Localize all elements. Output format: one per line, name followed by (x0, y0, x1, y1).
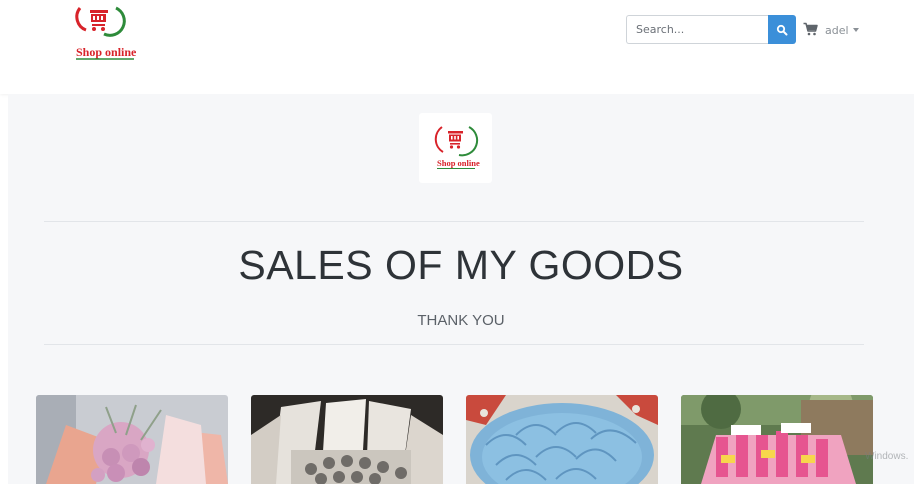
hero-logo-image: Shop online (434, 126, 480, 169)
product-card[interactable] (36, 395, 228, 484)
divider-top (44, 221, 864, 222)
chevron-down-icon (852, 28, 859, 32)
brand-logo[interactable]: Shop online (66, 4, 142, 62)
user-name: adel (825, 23, 849, 37)
divider-bottom (44, 344, 864, 345)
product-image-pink-banknote-bouquet (681, 395, 873, 484)
product-card[interactable] (681, 395, 873, 484)
navbar: Shop online adel (0, 0, 914, 94)
os-watermark: Windows. (865, 451, 909, 462)
user-menu[interactable]: adel (825, 23, 859, 37)
hero-logo: Shop online (419, 113, 492, 183)
product-card[interactable] (466, 395, 658, 484)
product-image-coin-arrangement-bouquet (251, 395, 443, 484)
hero-section: Shop online SALES OF MY GOODS THANK YOU (8, 94, 914, 484)
product-image-blue-banknote-bouquet (466, 395, 658, 484)
cart-icon[interactable] (803, 22, 818, 36)
search-input[interactable] (626, 15, 768, 44)
brand-logo-text: Shop online (76, 45, 137, 59)
page-title: SALES OF MY GOODS (238, 242, 684, 288)
search-icon (776, 24, 788, 35)
product-card[interactable] (251, 395, 443, 484)
hero-logo-text: Shop online (437, 158, 480, 168)
product-image-pink-rose-bouquet (36, 395, 228, 484)
search-button[interactable] (768, 15, 796, 44)
page-subtitle: THANK YOU (417, 312, 505, 329)
